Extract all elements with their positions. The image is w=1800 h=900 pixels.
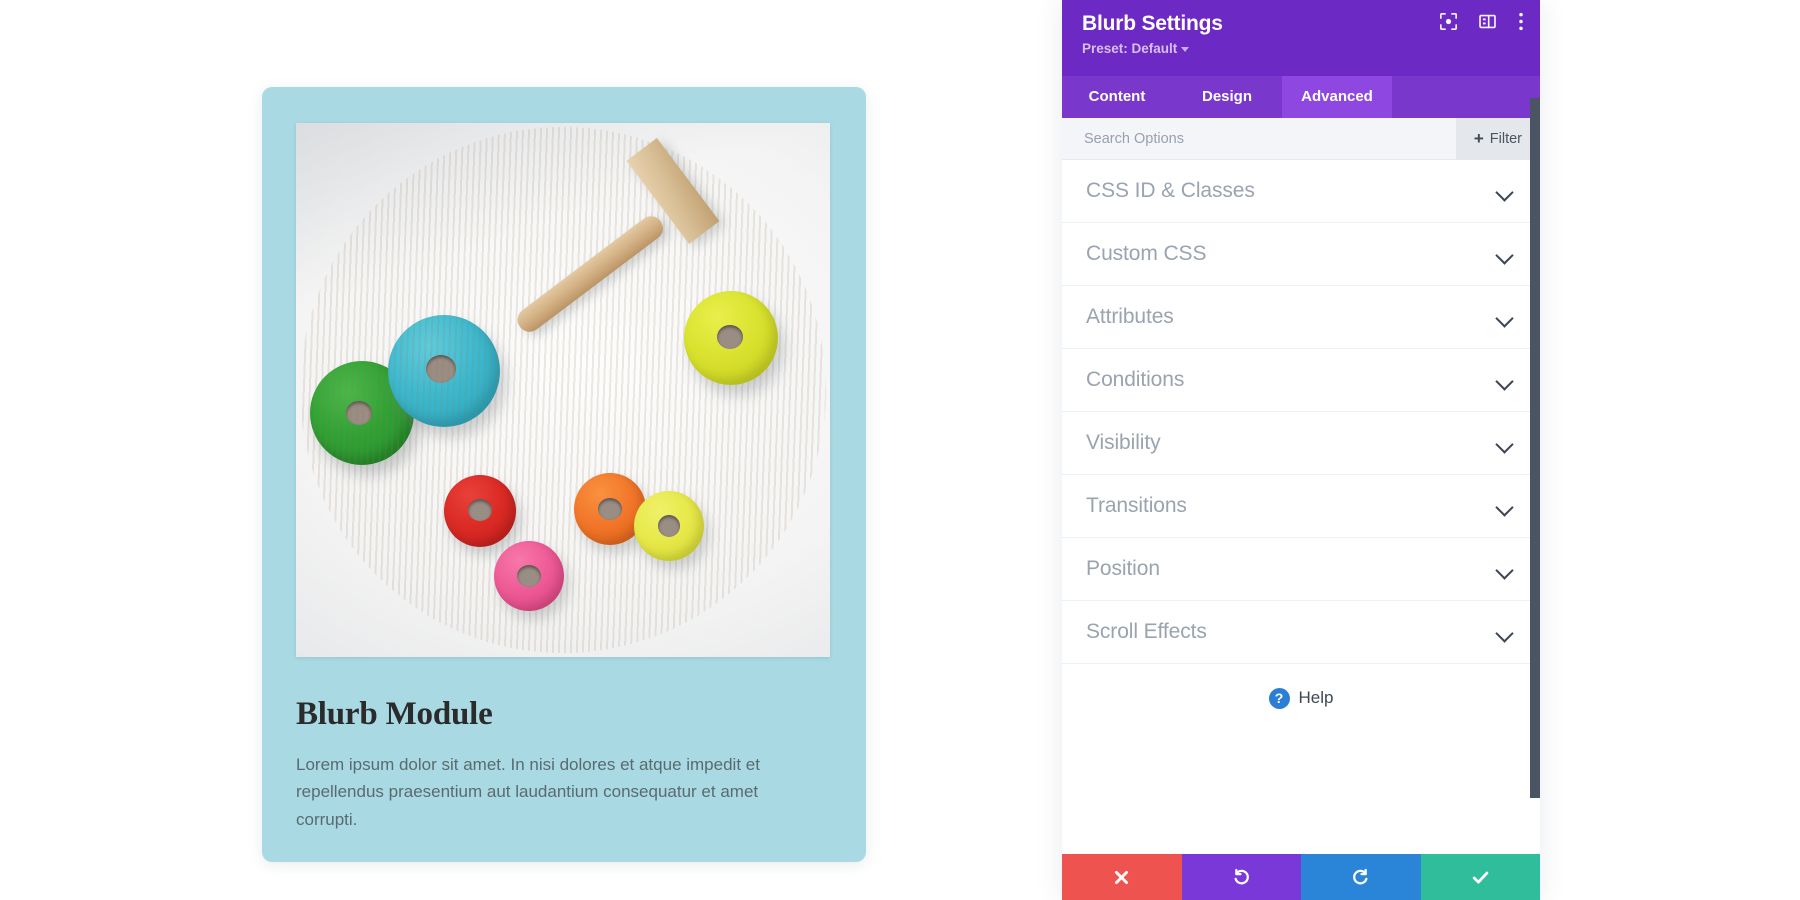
question-circle-icon: ? xyxy=(1268,687,1290,709)
pink-toy-ring xyxy=(494,541,564,611)
section-label: Custom CSS xyxy=(1086,242,1207,265)
preset-label: Preset: Default xyxy=(1082,41,1178,57)
chevron-down-icon xyxy=(1496,564,1514,575)
chevron-down-icon xyxy=(1181,47,1190,53)
section-label: Transitions xyxy=(1086,494,1187,517)
section-css-id-classes[interactable]: CSS ID & Classes xyxy=(1062,160,1540,223)
page-preview-area: Blurb Module Lorem ipsum dolor sit amet.… xyxy=(0,0,1062,900)
chevron-down-icon xyxy=(1496,375,1514,386)
tab-content[interactable]: Content xyxy=(1062,76,1172,118)
times-icon xyxy=(1115,870,1129,884)
redo-button[interactable] xyxy=(1301,854,1421,900)
ring-hole xyxy=(517,565,541,587)
section-custom-css[interactable]: Custom CSS xyxy=(1062,223,1540,286)
section-label: Scroll Effects xyxy=(1086,620,1207,643)
panel-scrollbar[interactable] xyxy=(1530,98,1540,798)
redo-arrow-icon xyxy=(1353,868,1368,884)
kebab-menu-icon[interactable] xyxy=(1518,12,1524,31)
undo-arrow-icon xyxy=(1234,868,1249,884)
section-label: Attributes xyxy=(1086,305,1174,328)
blurb-image xyxy=(296,123,830,657)
chevron-down-icon xyxy=(1496,501,1514,512)
save-button[interactable] xyxy=(1420,854,1540,900)
panel-header: Blurb Settings Preset: Default xyxy=(1062,0,1540,76)
yellow-small-toy-ring xyxy=(634,491,704,561)
blurb-body-text: Lorem ipsum dolor sit amet. In nisi dolo… xyxy=(296,754,760,829)
tab-advanced[interactable]: Advanced xyxy=(1282,76,1392,118)
check-icon xyxy=(1472,871,1489,884)
chevron-down-icon xyxy=(1496,312,1514,323)
ring-hole xyxy=(717,325,743,349)
yellow-large-toy-ring xyxy=(684,291,778,385)
tab-design[interactable]: Design xyxy=(1172,76,1282,118)
plus-icon: + xyxy=(1473,129,1484,148)
chevron-down-icon xyxy=(1496,438,1514,449)
section-attributes[interactable]: Attributes xyxy=(1062,286,1540,349)
panel-tab-bar: Content Design Advanced xyxy=(1062,76,1540,118)
help-label: Help xyxy=(1298,688,1334,707)
section-label: CSS ID & Classes xyxy=(1086,179,1255,202)
section-scroll-effects[interactable]: Scroll Effects xyxy=(1062,601,1540,664)
filter-button-label: Filter xyxy=(1489,130,1522,147)
section-position[interactable]: Position xyxy=(1062,538,1540,601)
filter-button[interactable]: + Filter xyxy=(1455,117,1540,160)
preset-selector[interactable]: Preset: Default xyxy=(1082,41,1190,57)
section-label: Position xyxy=(1086,557,1160,580)
section-conditions[interactable]: Conditions xyxy=(1062,349,1540,412)
ring-hole xyxy=(658,515,680,537)
section-visibility[interactable]: Visibility xyxy=(1062,412,1540,475)
undo-button[interactable] xyxy=(1181,854,1301,900)
ring-hole xyxy=(468,499,492,521)
cancel-button[interactable] xyxy=(1062,854,1182,900)
blurb-title: Blurb Module xyxy=(296,696,493,732)
section-transitions[interactable]: Transitions xyxy=(1062,475,1540,538)
search-input[interactable] xyxy=(1084,130,1364,147)
options-scroll-container: CSS ID & Classes Custom CSS Attributes C… xyxy=(1062,160,1540,854)
chevron-down-icon xyxy=(1496,627,1514,638)
panel-header-icons xyxy=(1440,12,1524,31)
screen-root: Blurb Module Lorem ipsum dolor sit amet.… xyxy=(0,0,1800,900)
layout-panel-icon[interactable] xyxy=(1479,13,1496,30)
blurb-module-card[interactable]: Blurb Module Lorem ipsum dolor sit amet.… xyxy=(262,87,866,862)
chevron-down-icon xyxy=(1496,186,1514,197)
blurb-settings-panel: Blurb Settings Preset: Default Content D… xyxy=(1062,0,1540,900)
red-toy-ring xyxy=(444,475,516,547)
help-link[interactable]: ? Help xyxy=(1062,664,1540,732)
focus-frame-icon[interactable] xyxy=(1440,13,1457,30)
ring-hole xyxy=(598,498,622,520)
section-label: Visibility xyxy=(1086,431,1161,454)
section-label: Conditions xyxy=(1086,368,1185,391)
panel-footer-actions xyxy=(1062,854,1540,900)
search-options-row: + Filter xyxy=(1062,117,1540,160)
chevron-down-icon xyxy=(1496,249,1514,260)
